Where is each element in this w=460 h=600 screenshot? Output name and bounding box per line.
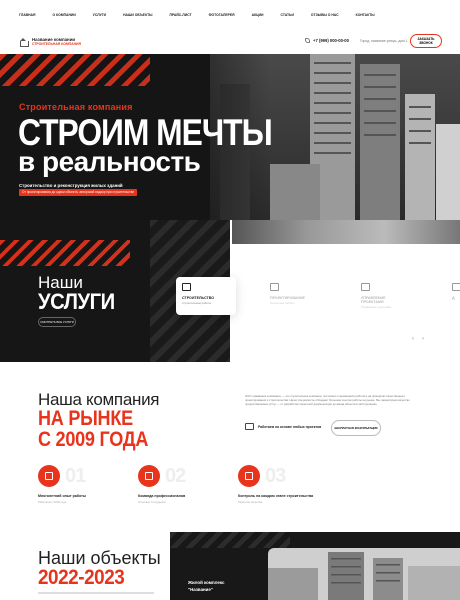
services-warning-stripes: [0, 240, 130, 266]
service-card-subtitle: Проектные работы: [270, 301, 295, 305]
company-subtitle: Строительная компания: [32, 42, 81, 46]
carousel-arrows: ‹ ›: [412, 336, 424, 342]
company-description: ООО «Название компании» — это строительн…: [245, 394, 410, 407]
stat-subtitle: Гарантия качества: [238, 500, 263, 504]
nav-item-services[interactable]: Услуги: [93, 13, 106, 17]
stat-title: Многолетний опыт работы: [38, 494, 86, 498]
all-services-button[interactable]: Смотреть все услуги: [38, 317, 76, 327]
crane-icon: [182, 283, 191, 291]
hero-tag: От проектирования до сдачи объекта, авто…: [19, 189, 138, 196]
next-arrow-icon[interactable]: ›: [422, 336, 424, 342]
hero-subtitle: Строительство и реконструкция жилых здан…: [19, 183, 123, 188]
monitor-icon: [245, 423, 254, 430]
phone-icon: [305, 38, 310, 43]
nav-item-reviews[interactable]: Отзывы о нас: [311, 13, 339, 17]
services-banner-image: [232, 220, 460, 244]
hero-title-line2: в реальность: [18, 146, 201, 177]
service-icon: [452, 283, 460, 291]
divider: [38, 592, 154, 594]
hero-warning-stripes: [0, 54, 150, 86]
stat-subtitle: Работаем с 2009 года: [38, 500, 67, 504]
stat-subtitle: Опытные сотрудники: [138, 500, 166, 504]
service-card-title: Строительство: [182, 296, 215, 300]
nav-item-articles[interactable]: Статьи: [280, 13, 293, 17]
stat-number: 01: [65, 465, 86, 487]
consultation-button[interactable]: Бесплатная консультация: [331, 420, 381, 436]
page: Главная О компании Услуги Наши объекты П…: [0, 0, 460, 600]
stat-title: Команда профессионалов: [138, 494, 186, 498]
service-card-subtitle: Строительные работы: [182, 301, 212, 305]
blueprint-icon: [270, 283, 279, 291]
service-card-partial[interactable]: Д: [446, 277, 460, 315]
nav-item-promotions[interactable]: Акции: [252, 13, 264, 17]
nav-item-contacts[interactable]: Контакты: [356, 13, 375, 17]
nav-item-about[interactable]: О компании: [52, 13, 75, 17]
service-card-management[interactable]: Управление проектами Управление проектам…: [355, 277, 415, 315]
top-nav: Главная О компании Услуги Наши объекты П…: [0, 0, 460, 30]
experience-icon: [38, 465, 60, 487]
service-card-subtitle: Управление проектами: [361, 305, 392, 309]
nav-item-home[interactable]: Главная: [19, 13, 35, 17]
service-card-title: Управление проектами: [361, 296, 386, 304]
object-name-line2: "Название": [188, 587, 213, 592]
service-card-title: Д: [452, 296, 455, 300]
manager-icon: [361, 283, 370, 291]
stat-number: 03: [265, 465, 286, 487]
control-icon: [238, 465, 260, 487]
hero-section: Строительная компания СТРОИМ МЕЧТЫ в реа…: [0, 54, 460, 220]
service-card-title: Проектирование: [270, 296, 305, 300]
site-header: Название компании Строительная компания …: [0, 30, 460, 54]
team-icon: [138, 465, 160, 487]
nav-item-gallery[interactable]: Фотогалерея: [209, 13, 235, 17]
object-name-line1: Жилой комплекс: [188, 580, 225, 585]
house-logo-icon: [19, 37, 29, 47]
phone-link[interactable]: +7 (999) 000-00-00: [305, 38, 349, 43]
company-title-line2: НА РЫНКЕ С 2009 ГОДА: [38, 407, 149, 451]
stat-number: 02: [165, 465, 186, 487]
phone-number: +7 (999) 000-00-00: [313, 38, 349, 43]
callback-button[interactable]: Заказать звонок: [410, 34, 442, 48]
hero-kicker: Строительная компания: [19, 102, 133, 112]
services-title-line2: УСЛУГИ: [38, 289, 115, 314]
company-feature: Работаем на основе любых проектов: [245, 423, 321, 430]
logo[interactable]: Название компании Строительная компания: [19, 37, 81, 47]
service-card-design[interactable]: Проектирование Проектные работы: [264, 277, 324, 315]
nav-item-objects[interactable]: Наши объекты: [123, 13, 152, 17]
objects-title-line2: 2022-2023: [38, 566, 125, 589]
stat-title: Контроль на каждом этапе строительства: [238, 494, 314, 498]
object-building-image[interactable]: [268, 548, 460, 600]
nav-item-prices[interactable]: Прайс-лист: [170, 13, 192, 17]
service-card-construction[interactable]: Строительство Строительные работы: [176, 277, 236, 315]
address: Город, название улицы, дом 1: [360, 39, 408, 43]
prev-arrow-icon[interactable]: ‹: [412, 336, 414, 342]
